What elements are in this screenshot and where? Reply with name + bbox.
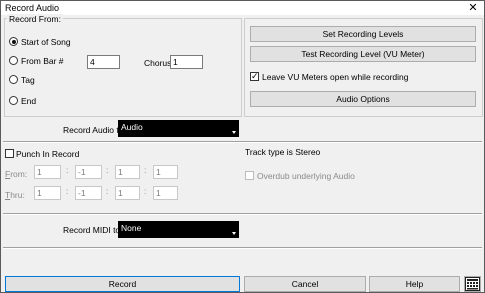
leave-vu-label[interactable]: Leave VU Meters open while recording [262, 72, 408, 82]
record-from-label: Record From: [7, 14, 63, 24]
checkmark-icon: ✓ [251, 71, 259, 81]
record-midi-to-value: None [121, 223, 142, 233]
thru-beat-input[interactable]: -1 [75, 186, 102, 200]
chorus-label: Chorus [144, 58, 172, 68]
record-audio-to-dropdown[interactable]: Audio [118, 120, 239, 137]
record-audio-dialog: Record Audio ✕ Record From: Start of Son… [0, 0, 485, 293]
dialog-title: Record Audio [5, 3, 60, 13]
radio-tag-label[interactable]: Tag [21, 75, 35, 85]
separator-bottom [3, 247, 482, 249]
radio-from-bar-label[interactable]: From Bar # [21, 56, 64, 66]
from-sep-2: : [106, 165, 109, 175]
record-audio-to-label: Record Audio to: [63, 125, 126, 135]
record-midi-to-dropdown[interactable]: None [118, 221, 239, 238]
track-type-text: Track type is Stereo [245, 147, 321, 157]
thru-label: Thru: [5, 190, 25, 200]
from-label: From: [5, 169, 28, 179]
cancel-button[interactable]: Cancel [244, 276, 366, 292]
title-bar: Record Audio ✕ [1, 1, 484, 15]
radio-tag[interactable] [9, 75, 18, 84]
audio-options-button[interactable]: Audio Options [250, 91, 476, 107]
radio-end-label[interactable]: End [21, 96, 36, 106]
record-from-group [4, 18, 242, 117]
from-beat-input[interactable]: -1 [75, 165, 102, 179]
thru-bar-input[interactable]: 1 [34, 186, 61, 200]
from-bar-input[interactable]: 1 [34, 165, 61, 179]
leave-vu-checkbox[interactable]: ✓ [250, 71, 259, 81]
from-sub-input[interactable]: 1 [153, 165, 178, 179]
test-recording-level-button[interactable]: Test Recording Level (VU Meter) [250, 46, 476, 62]
from-sep-1: : [66, 165, 69, 175]
radio-from-bar[interactable] [9, 56, 18, 65]
chevron-down-icon [232, 131, 236, 134]
separator-middle [3, 213, 482, 215]
thru-tick-input[interactable]: 1 [115, 186, 140, 200]
from-tick-input[interactable]: 1 [115, 165, 140, 179]
radio-start-of-song[interactable] [9, 37, 18, 46]
chorus-input[interactable]: 1 [170, 55, 203, 69]
close-icon[interactable]: ✕ [466, 1, 480, 15]
thru-sub-input[interactable]: 1 [153, 186, 178, 200]
radio-end[interactable] [9, 96, 18, 105]
punch-in-checkbox[interactable] [5, 149, 14, 158]
overdub-checkbox[interactable] [245, 171, 254, 180]
keyboard-button[interactable] [464, 276, 481, 292]
separator-top [3, 141, 482, 143]
set-recording-levels-button[interactable]: Set Recording Levels [250, 26, 476, 42]
thru-sep-2: : [106, 186, 109, 196]
record-audio-to-value: Audio [121, 122, 143, 132]
thru-sep-3: : [144, 186, 147, 196]
record-button[interactable]: Record [5, 276, 240, 292]
chevron-down-icon [232, 232, 236, 235]
from-sep-3: : [144, 165, 147, 175]
keyboard-icon [465, 277, 480, 291]
radio-start-of-song-label[interactable]: Start of Song [21, 37, 71, 47]
overdub-label[interactable]: Overdub underlying Audio [257, 171, 355, 181]
bar-number-input[interactable]: 4 [87, 55, 120, 69]
record-midi-to-label: Record MIDI to: [63, 225, 123, 235]
help-button[interactable]: Help [369, 276, 460, 292]
punch-in-label[interactable]: Punch In Record [16, 149, 79, 159]
thru-sep-1: : [66, 186, 69, 196]
